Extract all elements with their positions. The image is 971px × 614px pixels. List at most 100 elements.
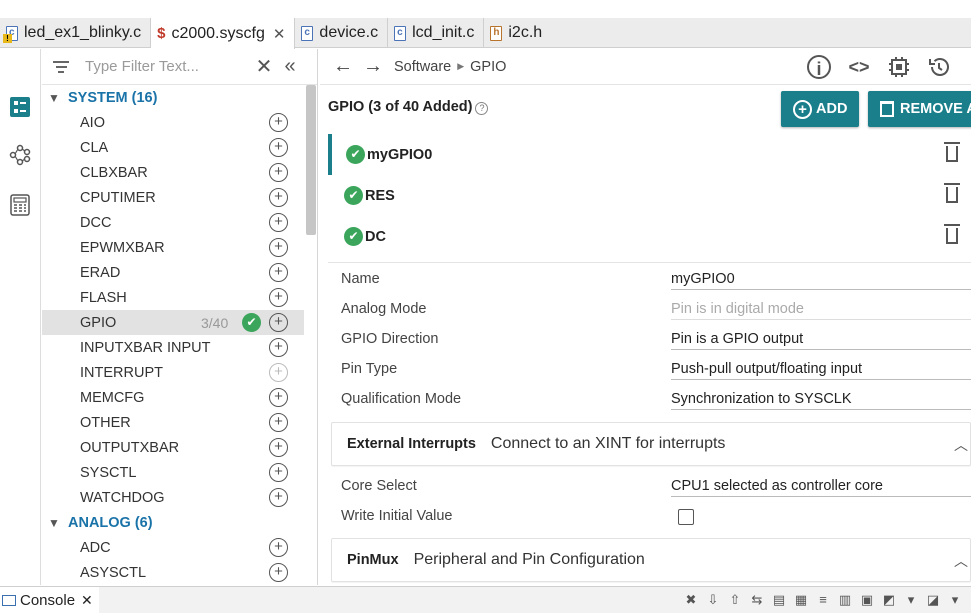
calculator-icon[interactable] [9,194,31,216]
add-instance-icon[interactable]: + [269,363,288,382]
module-item[interactable]: ERAD + [42,260,304,285]
clear-filter-icon[interactable]: ✕ [250,54,278,79]
module-item[interactable]: CLBXBAR + [42,160,304,185]
module-item[interactable]: GPIO 3/40 ✔ + [42,310,304,335]
tab-lcd-init-c[interactable]: lcd_init.c [388,18,485,48]
display-console-icon[interactable]: ▣ [859,592,875,608]
prop-name: Name myGPIO0 [341,266,971,296]
filter-input[interactable] [85,58,250,75]
module-label: DCC [80,214,112,231]
add-instance-icon[interactable]: + [269,163,288,182]
module-item[interactable]: ADC + [42,535,304,560]
remove-all-button[interactable]: REMOVE A [868,91,971,127]
chevron-up-icon[interactable]: ︿ [954,551,968,571]
info-icon[interactable]: i [807,54,831,79]
breadcrumb-gpio[interactable]: GPIO [470,59,506,75]
qualification-mode-select[interactable]: Synchronization to SYSCLK [671,391,971,410]
syscfg-icon: $ [157,25,166,42]
open-console-icon[interactable]: ◩ [881,592,897,608]
code-icon[interactable]: <> [847,55,871,79]
external-interrupts-section[interactable]: External Interrupts Connect to an XINT f… [331,422,971,466]
write-initial-value-checkbox[interactable] [678,509,694,525]
prop-core-select: Core Select CPU1 selected as controller … [341,473,971,503]
close-tab-icon[interactable]: ✕ [273,25,286,43]
delete-icon[interactable] [944,183,960,203]
tab-i2c-h[interactable]: i2c.h [484,18,551,48]
module-item[interactable]: SYSCTL + [42,460,304,485]
filter-icon[interactable] [52,58,70,76]
module-item[interactable]: FLASH + [42,285,304,310]
add-instance-icon[interactable]: + [269,263,288,282]
chevron-up-icon[interactable]: ︿ [954,435,968,455]
hierarchy-icon[interactable] [9,144,31,166]
instance-res[interactable]: ✔ RES [328,175,960,216]
add-instance-icon[interactable]: + [269,138,288,157]
pin-console-icon[interactable]: ▦ [793,592,809,608]
gpio-direction-select[interactable]: Pin is a GPIO output [671,331,971,350]
module-item[interactable]: WATCHDOG + [42,485,304,510]
terminate-icon[interactable]: ✖ [683,592,699,608]
view-menu-icon[interactable]: ▾ [947,592,963,608]
word-wrap-icon[interactable]: ≡ [815,592,831,608]
instance-mygpio0[interactable]: ✔ myGPIO0 [328,134,960,175]
add-instance-icon[interactable]: + [269,488,288,507]
module-item[interactable]: DCC + [42,210,304,235]
add-instance-icon[interactable]: + [269,338,288,357]
add-instance-icon[interactable]: + [269,313,288,332]
add-button[interactable]: + ADD [781,91,860,127]
back-arrow-icon[interactable]: ← [328,55,358,78]
prop-analog-mode: Analog Mode Pin is in digital mode [341,296,971,326]
delete-icon[interactable] [944,142,960,162]
add-instance-icon[interactable]: + [269,388,288,407]
scroll-down-icon[interactable]: ⇩ [705,592,721,608]
add-instance-icon[interactable]: + [269,188,288,207]
show-console-icon[interactable]: ▥ [837,592,853,608]
module-item[interactable]: ASYSCTL + [42,560,304,585]
name-field[interactable]: myGPIO0 [671,271,971,290]
add-instance-icon[interactable]: + [269,288,288,307]
add-instance-icon[interactable]: + [269,413,288,432]
add-instance-icon[interactable]: + [269,238,288,257]
instance-dc[interactable]: ✔ DC [328,216,960,257]
module-item[interactable]: OUTPUTXBAR + [42,435,304,460]
breadcrumb-software[interactable]: Software [394,59,451,75]
module-item[interactable]: OTHER + [42,410,304,435]
module-item[interactable]: INTERRUPT + [42,360,304,385]
chip-icon[interactable] [887,55,911,79]
scroll-lock-icon[interactable]: ⇆ [749,592,765,608]
pinmux-section[interactable]: PinMux Peripheral and Pin Configuration … [331,538,971,582]
add-instance-icon[interactable]: + [269,213,288,232]
tab-device-c[interactable]: device.c [295,18,389,48]
add-instance-icon[interactable]: + [269,463,288,482]
module-item[interactable]: CLA + [42,135,304,160]
new-console-icon[interactable]: ◪ [925,592,941,608]
scroll-up-icon[interactable]: ⇧ [727,592,743,608]
module-list-icon[interactable] [9,96,31,118]
tab-led-ex1-blinky[interactable]: led_ex1_blinky.c [0,18,152,48]
module-item[interactable]: EPWMXBAR + [42,235,304,260]
console-tab[interactable]: Console ✕ [0,586,99,614]
add-instance-icon[interactable]: + [269,563,288,582]
add-instance-icon[interactable]: + [269,438,288,457]
pin-type-select[interactable]: Push-pull output/floating input [671,361,971,380]
module-item[interactable]: MEMCFG + [42,385,304,410]
module-item[interactable]: CPUTIMER + [42,185,304,210]
add-instance-icon[interactable]: + [269,538,288,557]
module-item[interactable]: INPUTXBAR INPUT + [42,335,304,360]
help-icon[interactable]: ? [475,102,489,115]
tree-scrollbar[interactable] [306,85,316,235]
group-system[interactable]: ▼ SYSTEM (16) [42,85,317,110]
history-icon[interactable] [927,55,951,79]
module-item[interactable]: AIO + [42,110,304,135]
group-analog[interactable]: ▼ ANALOG (6) [42,510,317,535]
add-instance-icon[interactable]: + [269,113,288,132]
close-console-icon[interactable]: ✕ [81,592,93,609]
tab-c2000-syscfg[interactable]: $ c2000.syscfg ✕ [151,18,296,49]
forward-arrow-icon[interactable]: → [358,55,388,78]
clear-console-icon[interactable]: ▤ [771,592,787,608]
chevron-down-icon: ▼ [48,90,60,105]
console-menu-icon[interactable]: ▾ [903,592,919,608]
core-select-field[interactable]: CPU1 selected as controller core [671,478,971,497]
collapse-panel-icon[interactable]: « [278,55,302,78]
delete-icon[interactable] [944,224,960,244]
